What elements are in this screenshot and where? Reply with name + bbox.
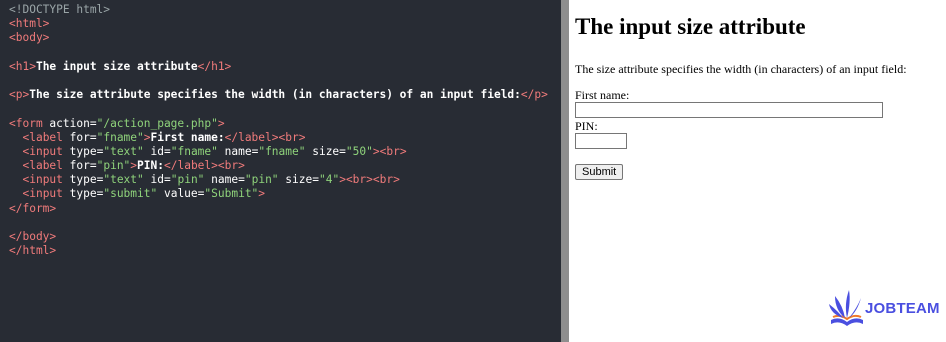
code-token: type — [62, 173, 97, 187]
code-token: for — [62, 159, 90, 173]
code-line: <input type="submit" value="Submit"> — [9, 187, 548, 201]
code-token: = — [163, 144, 171, 158]
pin-input[interactable] — [575, 133, 627, 149]
code-token: "/action_page.php" — [96, 116, 218, 130]
code-token: > — [143, 130, 151, 144]
code-line: </html> — [9, 244, 548, 258]
code-token: name — [217, 144, 252, 158]
code-line: <label for="pin">PIN:</label><br> — [9, 159, 548, 173]
code-token: </body> — [9, 230, 57, 243]
code-line: </form> — [9, 202, 548, 216]
code-token: <input — [22, 187, 63, 201]
code-token: </label><br> — [224, 130, 306, 144]
code-token: <html> — [9, 17, 50, 31]
logo-text: JOBTEAM — [865, 300, 940, 317]
code-token: = — [89, 130, 97, 144]
code-token: = — [163, 173, 171, 187]
code-token: "pin" — [244, 173, 279, 187]
code-token: name — [204, 173, 239, 187]
code-token: type — [62, 144, 97, 158]
first-name-label: First name: — [575, 88, 630, 102]
code-token: "pin" — [170, 173, 205, 187]
code-token: action — [42, 116, 90, 130]
code-editor-panel: <!DOCTYPE html> <html> <body> <h1>The input… — [0, 0, 569, 342]
description-paragraph: The size attribute specifies the width (… — [575, 62, 907, 76]
code-token: First name: — [150, 130, 225, 144]
code-line: <!DOCTYPE html> — [9, 3, 548, 17]
code-listing: <!DOCTYPE html> <html> <body> <h1>The input… — [9, 3, 548, 258]
code-token: id — [143, 173, 164, 187]
code-line: <label for="fname">First name:</label><b… — [9, 131, 548, 145]
code-token: <label — [22, 130, 63, 144]
code-token: <h1> — [9, 59, 36, 73]
code-token: </h1> — [197, 59, 232, 73]
book-leaves-icon — [829, 290, 863, 326]
code-token: value — [157, 187, 198, 201]
code-token: PIN: — [137, 159, 164, 173]
code-token: </p> — [520, 88, 548, 102]
code-token: The input size attribute — [35, 59, 198, 73]
code-token: </form> — [9, 201, 57, 215]
code-token: "submit" — [103, 187, 158, 201]
code-token: id — [143, 144, 164, 158]
code-token: "pin" — [96, 159, 131, 173]
code-token: "text" — [103, 144, 144, 158]
page-heading: The input size attribute — [575, 14, 806, 39]
code-token: <label — [22, 159, 63, 173]
code-token: = — [89, 116, 97, 130]
code-token: for — [62, 130, 90, 144]
code-token: <p> — [9, 88, 30, 102]
code-token: "Submit" — [204, 187, 259, 201]
code-token: "fname" — [258, 144, 306, 158]
code-token: <input — [22, 144, 63, 158]
code-line: <body> — [9, 31, 548, 45]
code-token: <body> — [9, 31, 50, 45]
pin-label: PIN: — [575, 119, 598, 133]
code-token: <input — [22, 173, 63, 187]
jobteam-logo: JOBTEAM — [827, 286, 940, 330]
code-token: The size attribute specifies the width (… — [29, 88, 521, 102]
code-token: "50" — [345, 144, 373, 158]
code-token: "4" — [318, 173, 340, 187]
code-token: ><br><br> — [339, 173, 400, 187]
code-token: </html> — [9, 244, 57, 258]
code-line: </body> — [9, 230, 548, 244]
code-line: <form action="/action_page.php"> — [9, 117, 548, 131]
code-token: = — [89, 159, 97, 173]
code-line: <html> — [9, 17, 548, 31]
code-line: <p>The size attribute specifies the widt… — [9, 88, 548, 102]
code-line: <input type="text" id="fname" name="fnam… — [9, 145, 548, 159]
code-token: = — [339, 144, 346, 158]
code-token: </label><br> — [164, 159, 245, 173]
code-token: > — [217, 116, 225, 130]
submit-button[interactable]: Submit — [575, 164, 624, 180]
code-token: "fname" — [170, 144, 218, 158]
code-token: "text" — [103, 173, 144, 187]
code-line: <input type="text" id="pin" name="pin" s… — [9, 173, 548, 187]
code-token: size — [278, 173, 313, 187]
code-token: "fname" — [96, 130, 144, 144]
code-token: <!DOCTYPE html> — [9, 3, 111, 16]
code-token: = — [312, 173, 319, 187]
code-token: <form — [9, 116, 43, 130]
code-token: > — [258, 187, 266, 201]
first-name-input[interactable] — [575, 102, 883, 118]
code-token: = — [238, 173, 245, 187]
code-token: ><br> — [372, 144, 407, 158]
code-token: size — [305, 144, 340, 158]
code-token: type — [62, 187, 97, 201]
code-line: <h1>The input size attribute</h1> — [9, 60, 548, 74]
